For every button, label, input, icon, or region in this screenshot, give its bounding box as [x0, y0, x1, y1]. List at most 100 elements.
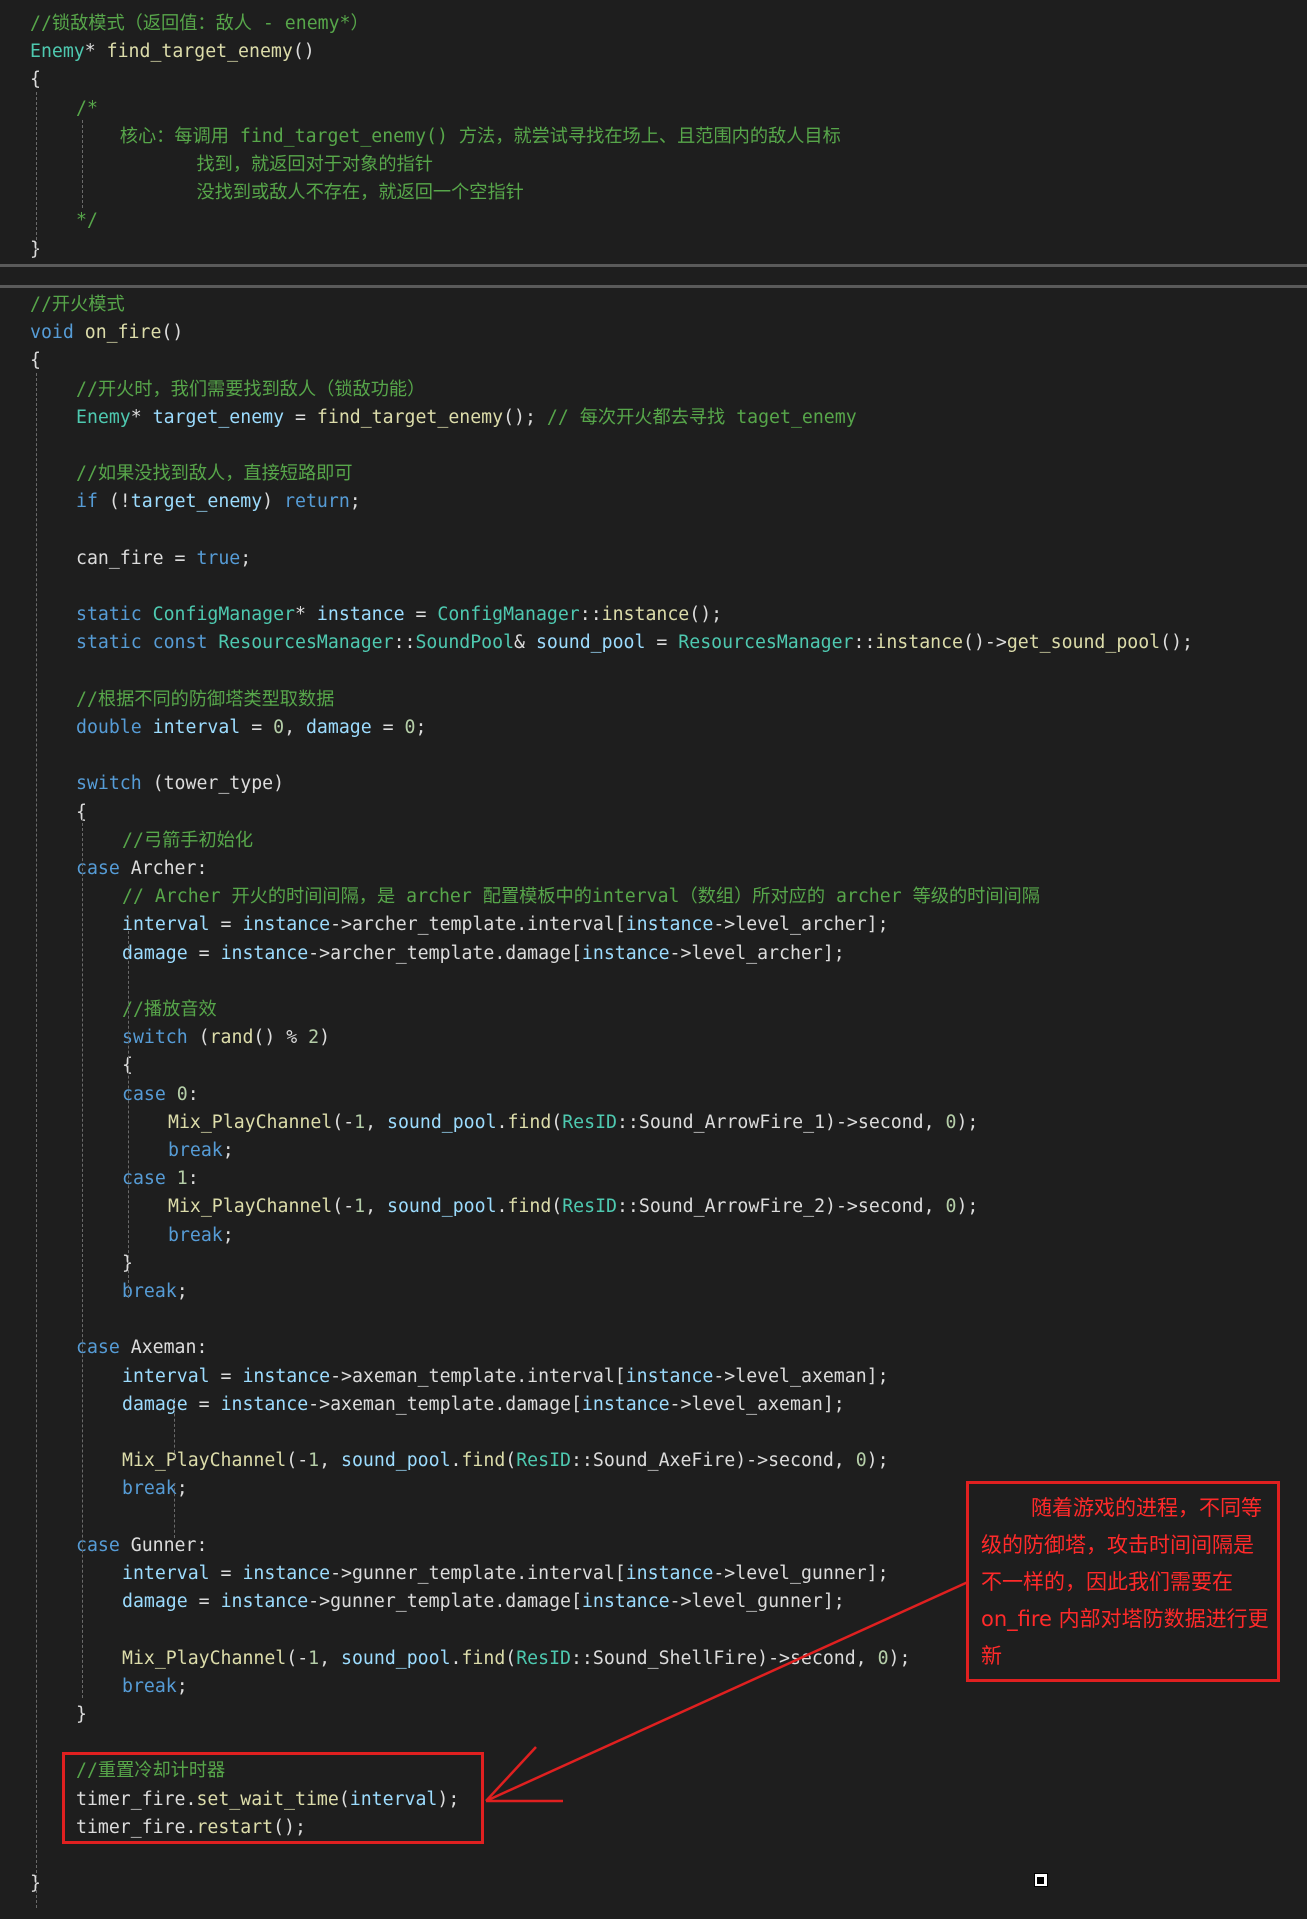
code-token-plain: );	[888, 1647, 911, 1669]
code-token-plain: ,	[319, 1450, 342, 1472]
code-token-keyword: case	[122, 1168, 177, 1190]
code-line: 没找到或敌人不存在，就返回一个空指针	[76, 179, 524, 207]
code-token-function: get_sound_pool	[1006, 632, 1161, 654]
code-token-plain: Archer:	[130, 858, 208, 879]
code-token-keyword: switch	[76, 773, 153, 795]
code-line: switch (rand() % 2)	[122, 1024, 330, 1052]
code-token-variable: instance	[625, 914, 714, 936]
code-token-number: 0	[404, 717, 416, 738]
code-line: {	[30, 66, 41, 94]
code-line: //弓箭手初始化	[122, 827, 253, 855]
code-token-type: ResourcesManager	[678, 632, 854, 654]
annotation-note: 随着游戏的进程，不同等级的防御塔，攻击时间间隔是不一样的，因此我们需要在 on_…	[966, 1481, 1280, 1682]
code-token-plain: .	[496, 1111, 508, 1133]
code-token-plain: );	[866, 1450, 889, 1472]
code-token-plain: =	[404, 604, 438, 626]
code-token-plain: ->axeman_template.damage[	[308, 1393, 582, 1415]
code-token-plain: .	[496, 1196, 508, 1218]
code-token-plain: ;	[349, 491, 361, 513]
code-token-plain: ,	[365, 1196, 388, 1218]
code-token-plain: (	[198, 1027, 210, 1049]
code-token-keyword: break	[122, 1281, 177, 1302]
code-token-plain: ->gunner_template.damage[	[308, 1591, 582, 1613]
code-line: interval = instance->axeman_template.int…	[122, 1363, 889, 1391]
code-token-plain: =	[240, 717, 274, 738]
code-line: //播放音效	[122, 996, 217, 1024]
code-line: interval = instance->archer_template.int…	[122, 911, 889, 939]
code-token-keyword: static const	[76, 632, 219, 654]
separator-line-top	[0, 264, 1307, 267]
code-token-plain: *	[295, 604, 317, 626]
code-line: case Axeman:	[76, 1334, 207, 1362]
code-token-comment: //开火时，我们需要找到敌人（锁敌功能）	[76, 378, 426, 400]
code-token-function: find	[507, 1196, 552, 1218]
code-line: //开火时，我们需要找到敌人（锁敌功能）	[76, 376, 425, 404]
code-token-type: ResourcesManager	[218, 632, 394, 654]
code-token-plain: {	[30, 69, 41, 91]
code-token-comment: //根据不同的防御塔类型取数据	[76, 688, 335, 710]
code-token-number: 0	[877, 1647, 889, 1669]
code-token-variable: instance	[220, 942, 309, 964]
code-token-plain: ->level_axeman];	[713, 1365, 889, 1387]
code-token-type: SoundPool	[415, 632, 515, 654]
code-token-variable: instance	[581, 1393, 670, 1415]
code-token-plain: (	[505, 1450, 517, 1472]
code-line: break;	[122, 1673, 188, 1701]
code-token-plain: )	[319, 1027, 331, 1049]
code-token-variable: instance	[242, 1365, 331, 1387]
code-token-plain: ->gunner_template.interval[	[330, 1563, 626, 1584]
code-token-plain: (-	[286, 1450, 309, 1472]
code-token-plain: can_fire =	[76, 547, 197, 569]
code-line: }	[76, 1701, 87, 1729]
code-token-plain: ;	[415, 717, 427, 738]
code-token-keyword: case	[76, 1534, 131, 1556]
code-token-comment: 没找到或敌人不存在，就返回一个空指针	[76, 182, 524, 204]
code-token-function: on_fire	[84, 322, 162, 344]
code-token-plain: (	[505, 1647, 517, 1669]
code-token-plain: (-	[332, 1196, 355, 1218]
code-token-plain: ,	[365, 1111, 388, 1133]
code-token-plain: Gunner:	[130, 1534, 208, 1556]
code-token-comment: // 每次开火都去寻找 taget_enemy	[546, 406, 857, 428]
code-token-plain: ();	[689, 604, 723, 626]
code-token-plain: (-	[332, 1111, 355, 1133]
code-token-plain: Axeman:	[130, 1337, 208, 1359]
indent-guide	[36, 92, 37, 250]
indent-guide	[82, 120, 83, 208]
code-token-plain: ->level_archer];	[669, 942, 845, 964]
code-token-number: 1	[308, 1647, 320, 1669]
code-token-variable: interval	[122, 1563, 210, 1584]
window-restore-icon[interactable]	[1034, 1873, 1048, 1887]
code-token-plain: );	[956, 1111, 979, 1133]
code-token-number: 1	[354, 1196, 366, 1218]
code-line: static ConfigManager* instance = ConfigM…	[76, 601, 722, 629]
code-line: Mix_PlayChannel(-1, sound_pool.find(ResI…	[168, 1193, 978, 1221]
code-token-variable: sound_pool	[341, 1647, 451, 1669]
code-line: case 1:	[122, 1165, 199, 1193]
code-token-plain: =	[209, 1365, 243, 1387]
code-line: Mix_PlayChannel(-1, sound_pool.find(ResI…	[122, 1645, 910, 1673]
code-token-plain: =	[209, 1563, 243, 1584]
code-token-plain: (	[551, 1111, 563, 1133]
code-line: case 0:	[122, 1081, 199, 1109]
code-token-plain: ();	[503, 406, 547, 428]
code-token-plain: ::	[393, 632, 416, 654]
code-token-keyword: return	[284, 491, 350, 513]
code-token-type: ConfigManager	[152, 604, 296, 626]
code-token-variable: damage	[122, 1591, 188, 1613]
code-token-variable: target_enemy	[152, 406, 285, 428]
code-token-variable: instance	[581, 1591, 670, 1613]
code-token-plain: ;	[240, 547, 252, 569]
code-token-number: 2	[308, 1027, 320, 1049]
code-token-variable: instance	[242, 914, 331, 936]
indent-guide	[174, 1398, 175, 1458]
code-line: break;	[122, 1278, 188, 1306]
code-token-function: find	[461, 1647, 506, 1669]
code-token-function: instance	[601, 604, 690, 626]
code-token-variable: damage	[305, 717, 372, 738]
code-token-plain: ;	[222, 1140, 234, 1161]
code-token-number: 0	[945, 1111, 957, 1133]
code-token-variable: sound_pool	[387, 1196, 497, 1218]
code-token-plain: ::	[853, 632, 876, 654]
code-line: Mix_PlayChannel(-1, sound_pool.find(ResI…	[168, 1109, 978, 1137]
